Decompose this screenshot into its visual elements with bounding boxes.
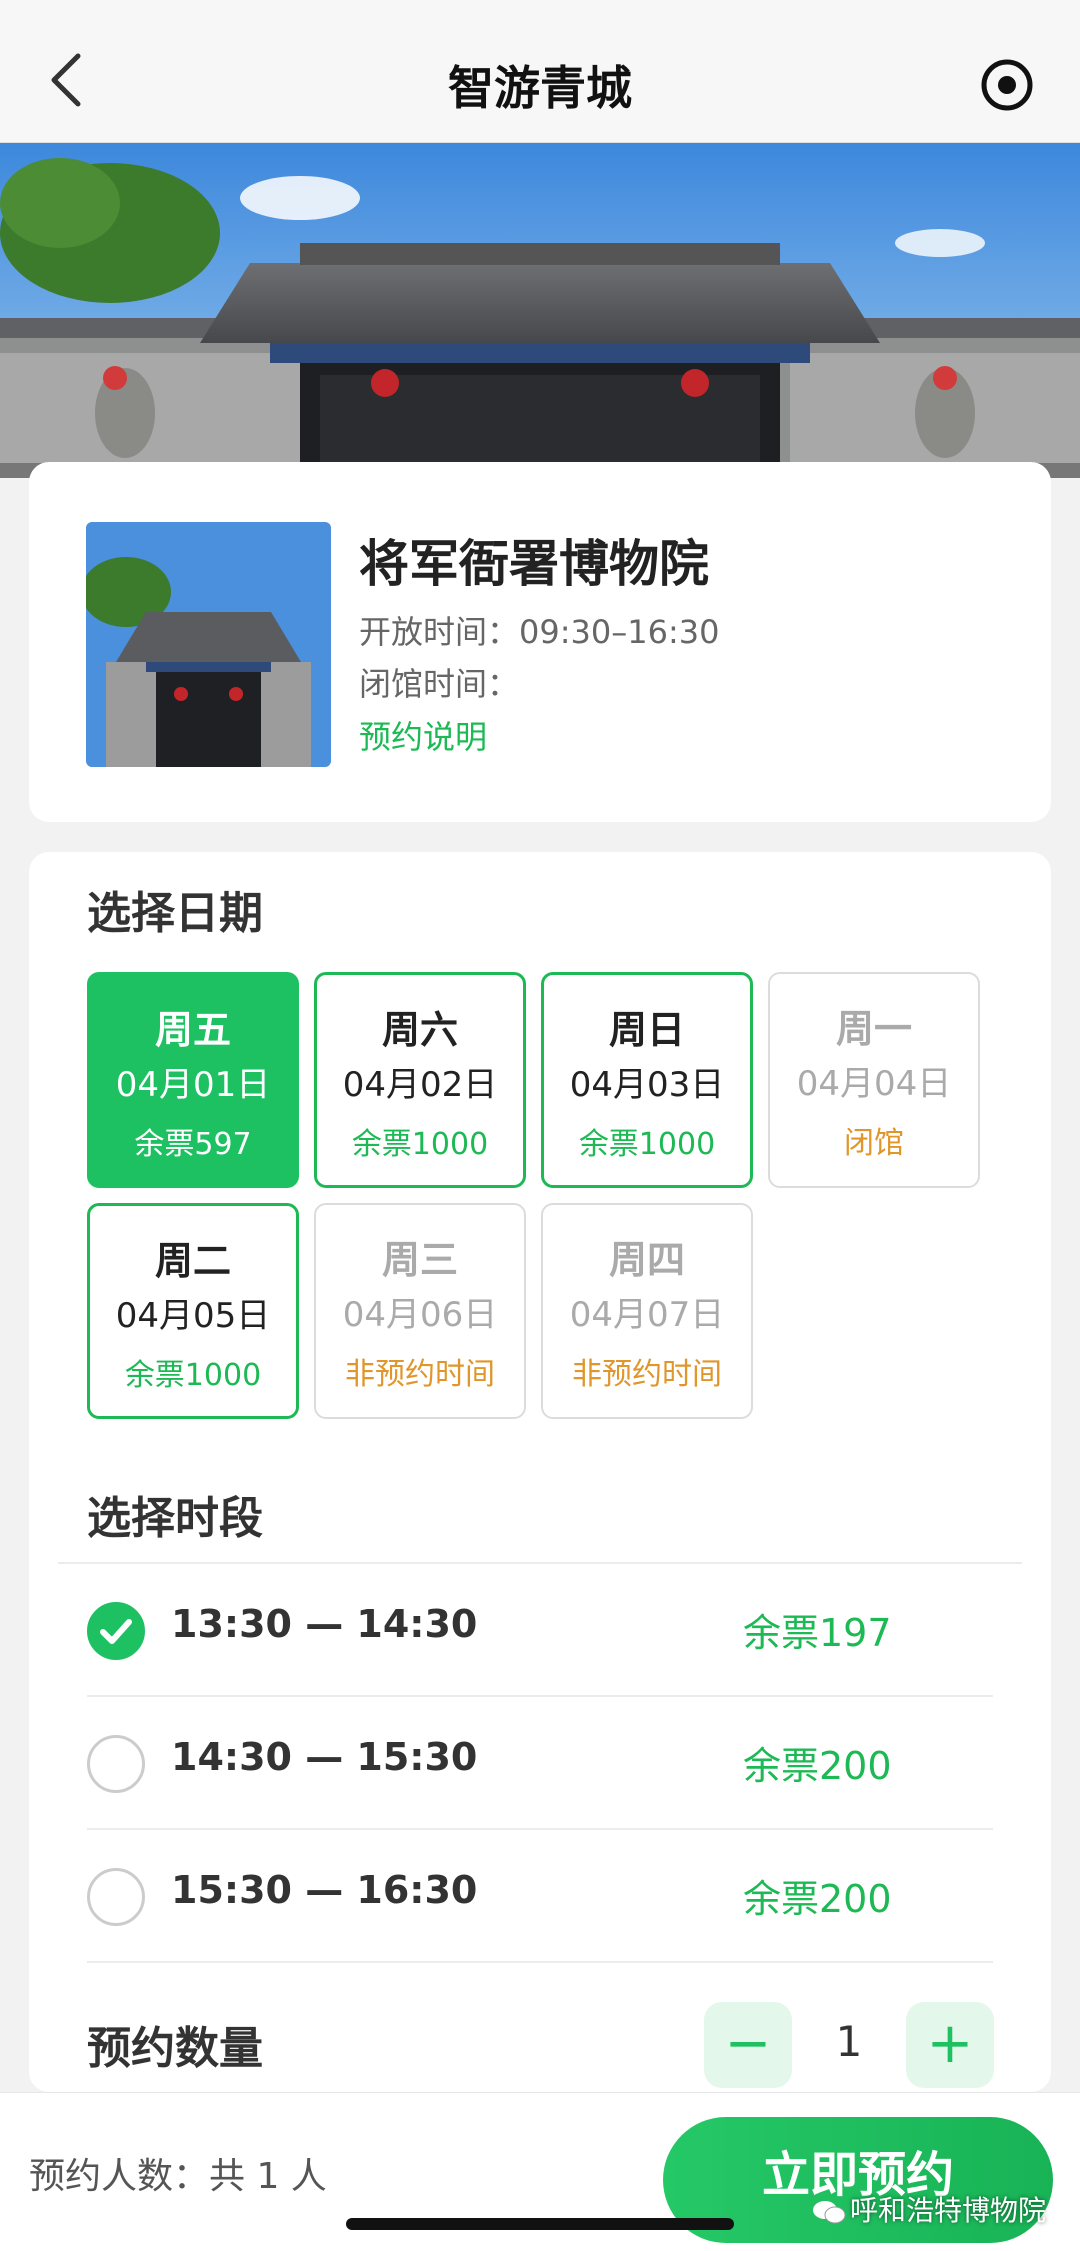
date-weekday: 周一 [835, 1007, 912, 1051]
date-value: 04月04日 [796, 1064, 952, 1104]
home-indicator [346, 2218, 734, 2230]
date-weekday: 周四 [608, 1238, 685, 1282]
date-value: 04月03日 [569, 1065, 725, 1105]
date-value: 04月02日 [342, 1065, 498, 1105]
museum-thumbnail [86, 522, 331, 767]
date-weekday: 周六 [381, 1008, 458, 1052]
time-slot-row[interactable]: 14:30 — 15:30 余票200 [87, 1697, 993, 1830]
slot-remaining: 余票197 [743, 1611, 892, 1655]
date-option-0401[interactable]: 周五 04月01日 余票597 [87, 972, 299, 1188]
date-value: 04月06日 [342, 1295, 498, 1335]
date-section-title: 选择日期 [87, 888, 263, 939]
quantity-value: 1 [835, 2017, 863, 2066]
target-icon[interactable] [980, 58, 1034, 112]
quantity-minus-button[interactable]: − [704, 2002, 792, 2088]
date-status: 余票1000 [578, 1127, 716, 1162]
checkmark-icon[interactable] [87, 1602, 145, 1660]
date-option-0406: 周三 04月06日 非预约时间 [314, 1203, 526, 1419]
date-option-0402[interactable]: 周六 04月02日 余票1000 [314, 972, 526, 1188]
museum-name: 将军衙署博物院 [359, 535, 709, 593]
open-time: 开放时间：09:30–16:30 [359, 613, 720, 651]
radio-icon[interactable] [87, 1735, 145, 1793]
slot-time: 13:30 — 14:30 [171, 1602, 478, 1646]
date-option-0407: 周四 04月07日 非预约时间 [541, 1203, 753, 1419]
booking-instructions-link[interactable]: 预约说明 [359, 712, 487, 758]
date-value: 04月07日 [569, 1295, 725, 1335]
slot-time: 14:30 — 15:30 [171, 1735, 478, 1779]
date-option-0405[interactable]: 周二 04月05日 余票1000 [87, 1203, 299, 1419]
date-value: 04月05日 [115, 1296, 271, 1336]
slot-remaining: 余票200 [743, 1877, 892, 1921]
date-status: 余票1000 [351, 1127, 489, 1162]
watermark: 呼和浩特博物院 [812, 2189, 1046, 2229]
date-status: 余票597 [134, 1127, 252, 1162]
date-weekday: 周日 [608, 1008, 685, 1052]
date-weekday: 周五 [154, 1008, 231, 1052]
date-status: 余票1000 [124, 1358, 262, 1393]
date-status: 非预约时间 [572, 1357, 722, 1392]
nav-bar: 智游青城 [0, 0, 1080, 143]
radio-icon[interactable] [87, 1868, 145, 1926]
date-status: 闭馆 [844, 1126, 904, 1161]
date-status: 非预约时间 [345, 1357, 495, 1392]
booking-card: 选择日期 周五 04月01日 余票597 周六 04月02日 余票1000 周日… [29, 852, 1051, 2092]
page-title: 智游青城 [448, 61, 632, 115]
time-slot-row[interactable]: 13:30 — 14:30 余票197 [87, 1564, 993, 1697]
time-slot-row[interactable]: 15:30 — 16:30 余票200 [87, 1830, 993, 1963]
date-value: 04月01日 [115, 1065, 271, 1105]
date-option-0403[interactable]: 周日 04月03日 余票1000 [541, 972, 753, 1188]
watermark-text: 呼和浩特博物院 [849, 2194, 1046, 2227]
slot-time: 15:30 — 16:30 [171, 1868, 478, 1912]
quantity-label: 预约数量 [87, 2023, 263, 2074]
quantity-plus-button[interactable]: + [906, 2002, 994, 2088]
wechat-icon [812, 2201, 846, 2224]
slot-remaining: 余票200 [743, 1744, 892, 1788]
close-time: 闭馆时间： [359, 665, 520, 703]
date-option-0404: 周一 04月04日 闭馆 [768, 972, 980, 1188]
date-weekday: 周二 [154, 1239, 231, 1283]
time-slot-section-title: 选择时段 [87, 1493, 263, 1544]
people-count: 预约人数：共 1 人 [29, 2156, 327, 2197]
date-weekday: 周三 [381, 1238, 458, 1282]
museum-info-card: 将军衙署博物院 开放时间：09:30–16:30 闭馆时间： 预约说明 [29, 462, 1051, 822]
museum-banner-image [0, 143, 1080, 478]
